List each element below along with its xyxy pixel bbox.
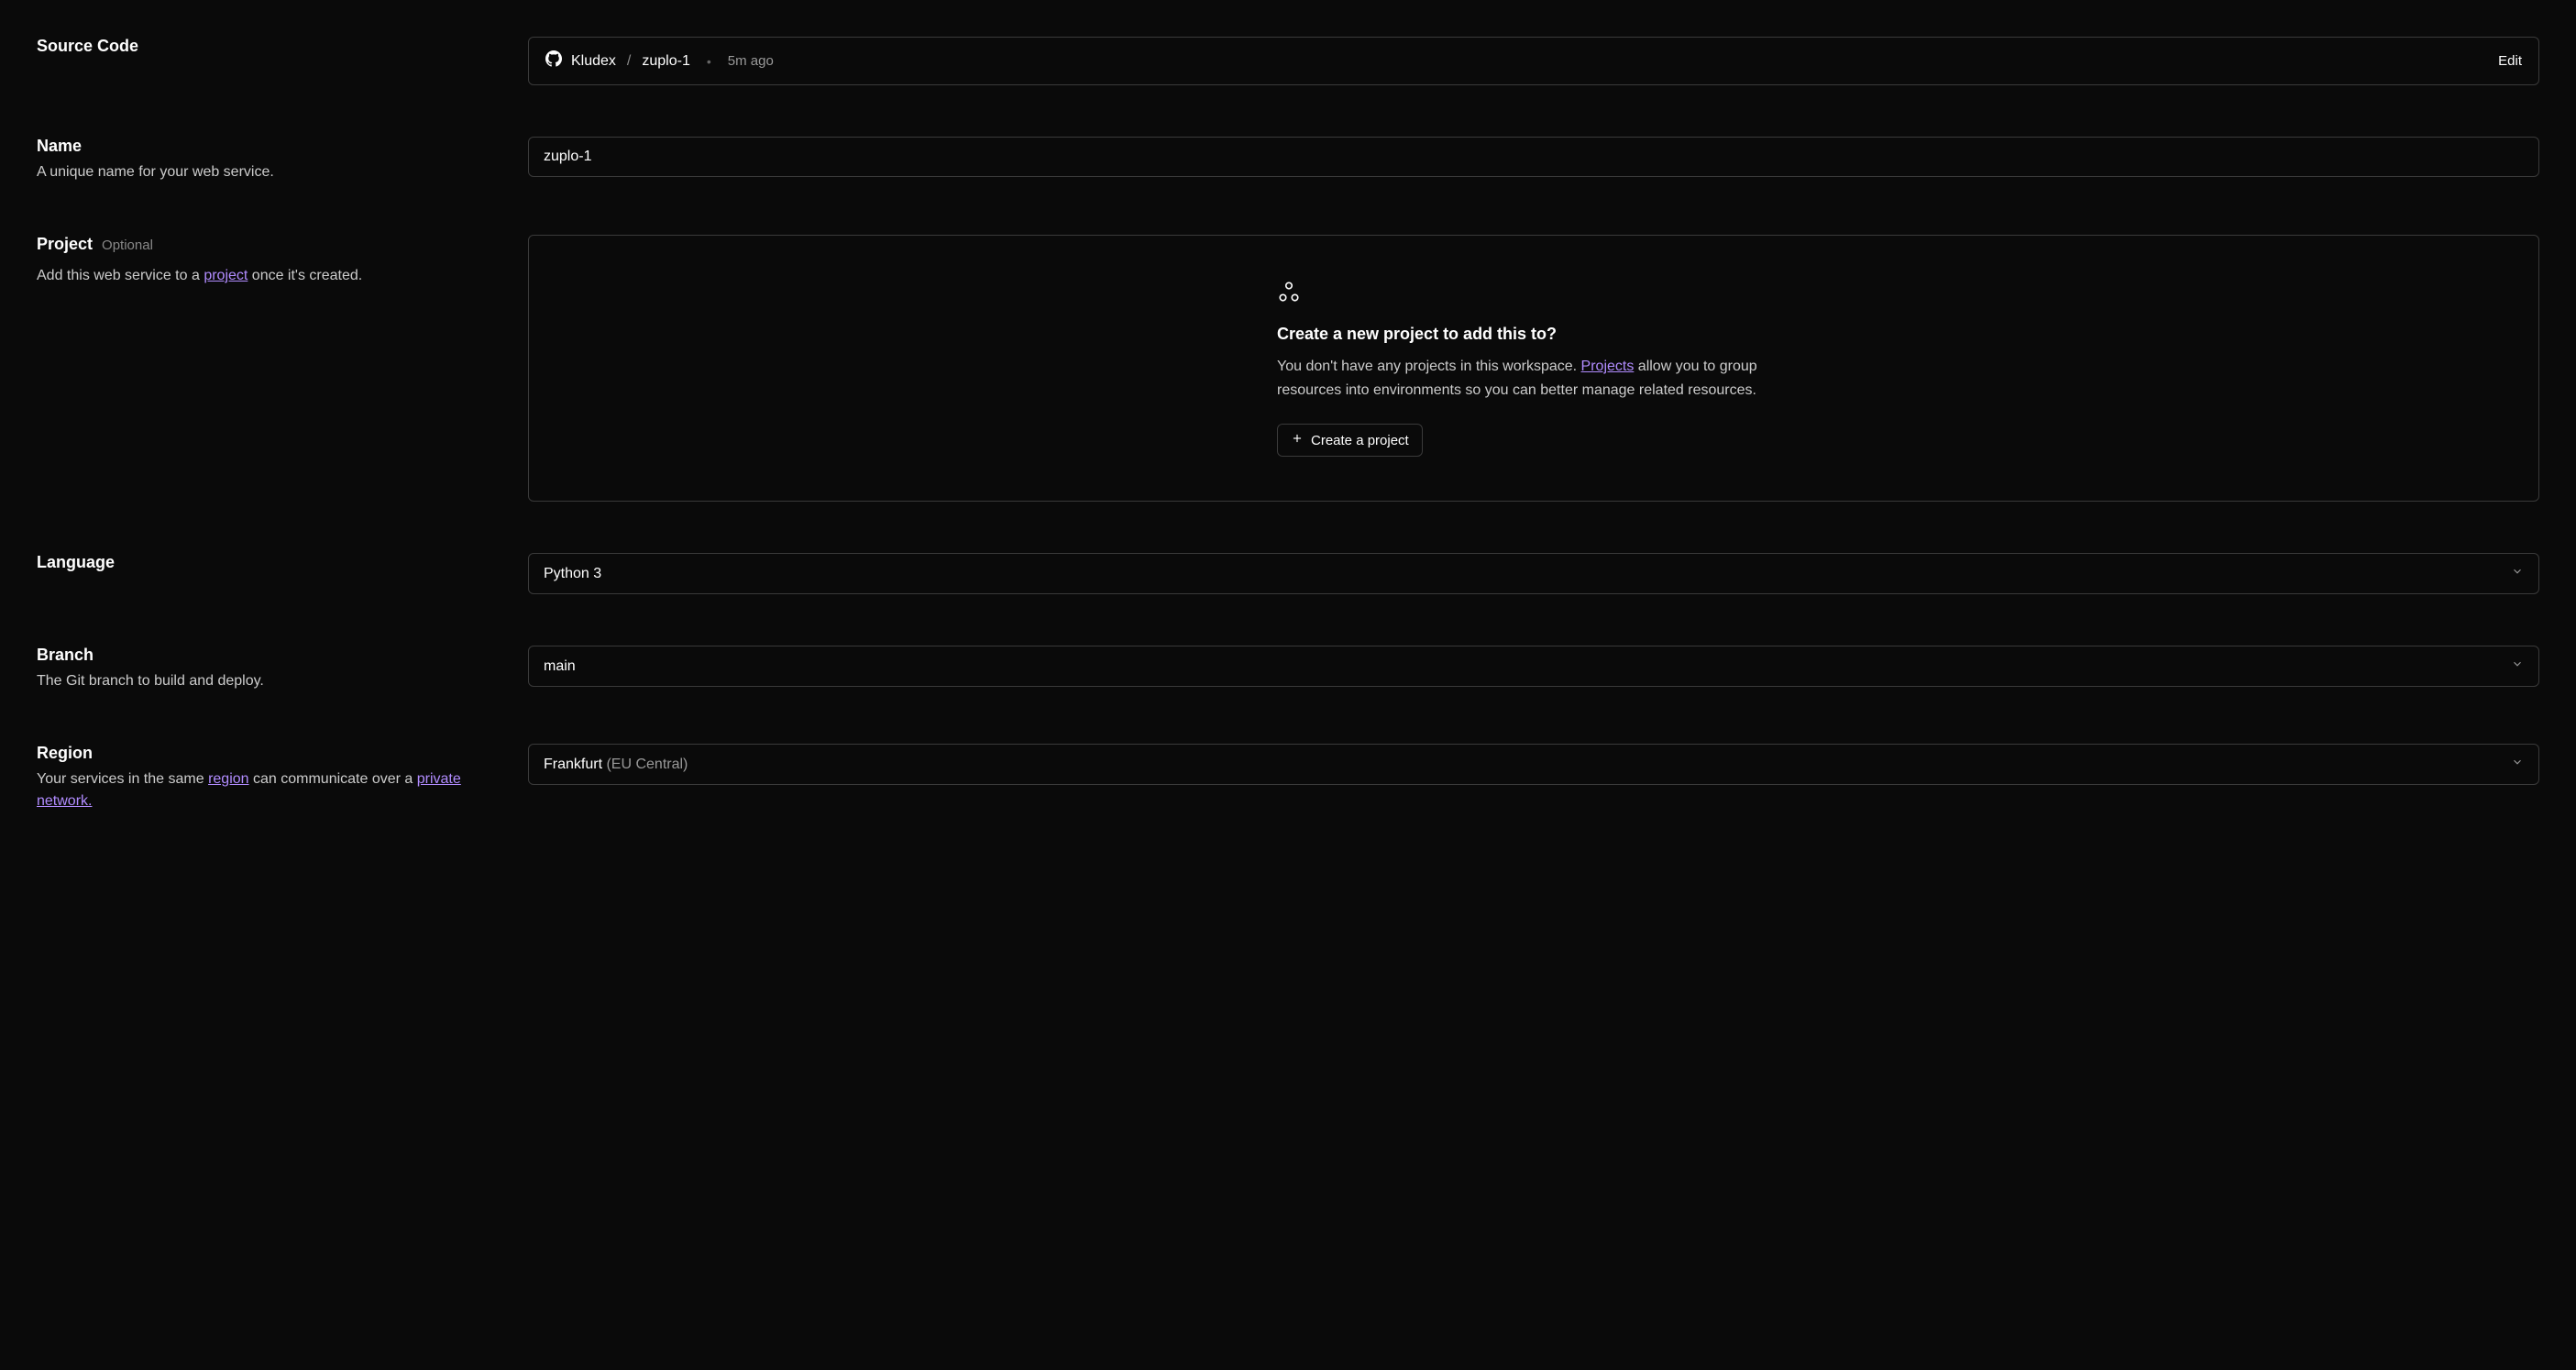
branch-desc: The Git branch to build and deploy. xyxy=(37,670,491,692)
source-code-box: Kludex / zuplo-1 • 5m ago Edit xyxy=(528,37,2539,85)
name-input[interactable] xyxy=(528,137,2539,177)
source-dot-separator: • xyxy=(707,54,711,69)
project-desc: Add this web service to a project once i… xyxy=(37,265,491,287)
project-optional-badge: Optional xyxy=(102,238,153,253)
project-empty-desc: You don't have any projects in this work… xyxy=(1277,355,1790,402)
github-icon xyxy=(545,50,562,72)
name-label: Name xyxy=(37,137,491,156)
region-value: Frankfurt (EU Central) xyxy=(544,757,688,773)
branch-select[interactable]: main xyxy=(528,646,2539,687)
language-value: Python 3 xyxy=(544,566,601,582)
branch-value: main xyxy=(544,658,576,675)
project-empty-box: Create a new project to add this to? You… xyxy=(528,235,2539,502)
create-project-button[interactable]: Create a project xyxy=(1277,424,1423,457)
name-desc: A unique name for your web service. xyxy=(37,161,491,183)
projects-link[interactable]: Projects xyxy=(1581,359,1635,374)
region-link[interactable]: region xyxy=(208,771,248,787)
chevron-down-icon xyxy=(2511,756,2524,773)
create-project-label: Create a project xyxy=(1311,433,1409,448)
project-empty-title: Create a new project to add this to? xyxy=(1277,325,1790,344)
chevron-down-icon xyxy=(2511,565,2524,582)
source-repo: zuplo-1 xyxy=(642,53,689,70)
project-label: Project xyxy=(37,235,93,254)
language-select[interactable]: Python 3 xyxy=(528,553,2539,594)
project-link[interactable]: project xyxy=(204,268,248,283)
edit-source-button[interactable]: Edit xyxy=(2498,53,2522,69)
plus-icon xyxy=(1291,432,1304,448)
source-slash: / xyxy=(627,53,631,70)
source-time: 5m ago xyxy=(728,53,774,69)
branch-label: Branch xyxy=(37,646,491,665)
region-select[interactable]: Frankfurt (EU Central) xyxy=(528,744,2539,785)
source-owner: Kludex xyxy=(571,53,616,70)
region-desc: Your services in the same region can com… xyxy=(37,768,491,812)
region-label: Region xyxy=(37,744,491,763)
project-icon xyxy=(1277,280,1790,308)
chevron-down-icon xyxy=(2511,657,2524,675)
source-code-label: Source Code xyxy=(37,37,491,56)
language-label: Language xyxy=(37,553,491,572)
